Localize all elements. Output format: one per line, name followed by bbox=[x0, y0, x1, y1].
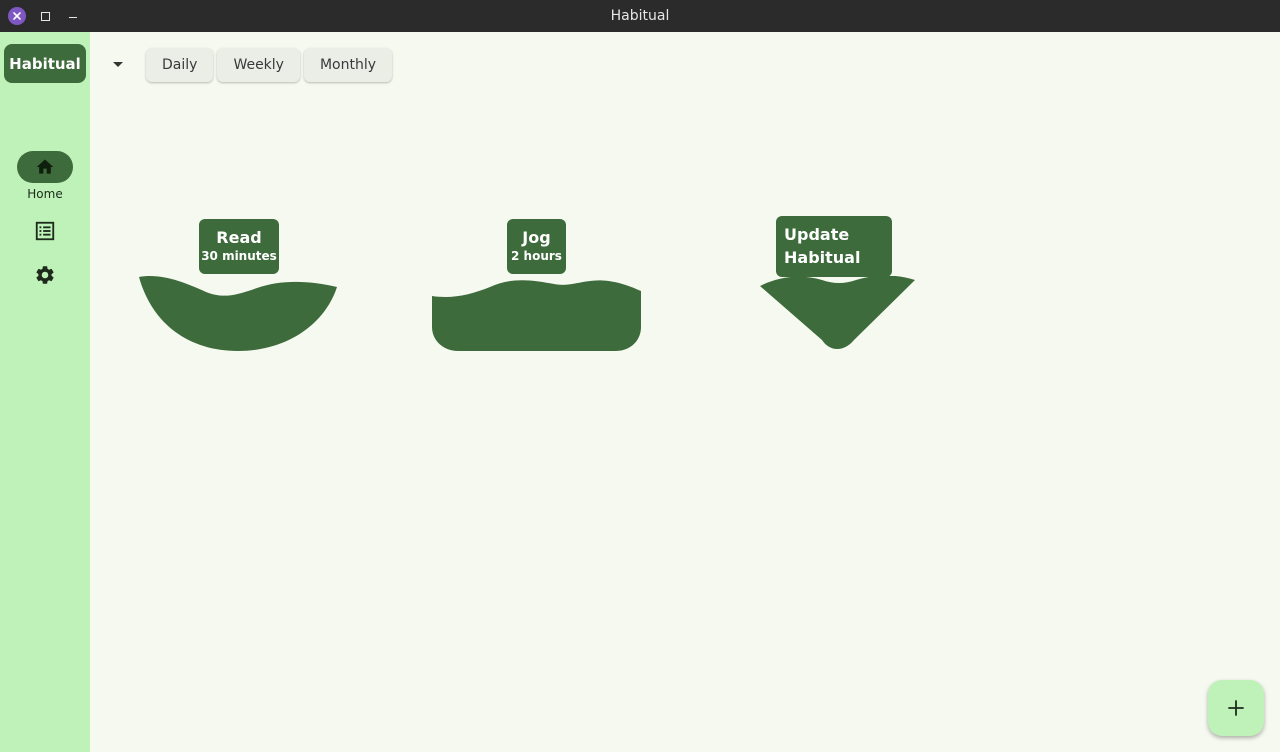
tab-daily[interactable]: Daily bbox=[146, 48, 214, 82]
habit-shape bbox=[139, 276, 337, 351]
habit-detail: 2 hours bbox=[511, 249, 562, 263]
habit-shape bbox=[432, 280, 641, 351]
home-icon bbox=[36, 159, 54, 174]
nav-list-button[interactable] bbox=[33, 219, 57, 243]
nav-home-button[interactable] bbox=[17, 151, 73, 183]
app-brand: Habitual bbox=[4, 44, 86, 83]
tab-weekly[interactable]: Weekly bbox=[217, 48, 300, 82]
habit-name: Update Habitual bbox=[784, 225, 861, 267]
nav-settings-button[interactable] bbox=[33, 263, 57, 287]
tab-monthly[interactable]: Monthly bbox=[303, 48, 393, 82]
habit-name: Read bbox=[216, 228, 262, 247]
habit-name: Jog bbox=[522, 228, 551, 247]
add-habit-button[interactable] bbox=[1208, 680, 1264, 736]
habit-label: Update Habitual bbox=[776, 216, 892, 277]
gear-icon bbox=[36, 266, 54, 284]
habit-detail: 30 minutes bbox=[201, 249, 277, 263]
window-titlebar: Habitual bbox=[0, 0, 1280, 32]
chevron-down-icon bbox=[113, 61, 123, 67]
plus-icon bbox=[1228, 700, 1244, 716]
nav-home-label: Home bbox=[27, 187, 63, 201]
list-icon bbox=[35, 221, 55, 241]
period-tabs: Daily Weekly Monthly bbox=[146, 48, 393, 82]
habit-label: Jog 2 hours bbox=[507, 219, 566, 274]
window-title: Habitual bbox=[610, 8, 670, 24]
filter-dropdown[interactable] bbox=[106, 52, 130, 76]
habit-label: Read 30 minutes bbox=[199, 219, 279, 274]
habit-shape bbox=[760, 276, 915, 349]
sidebar: Habitual Home bbox=[0, 32, 90, 752]
